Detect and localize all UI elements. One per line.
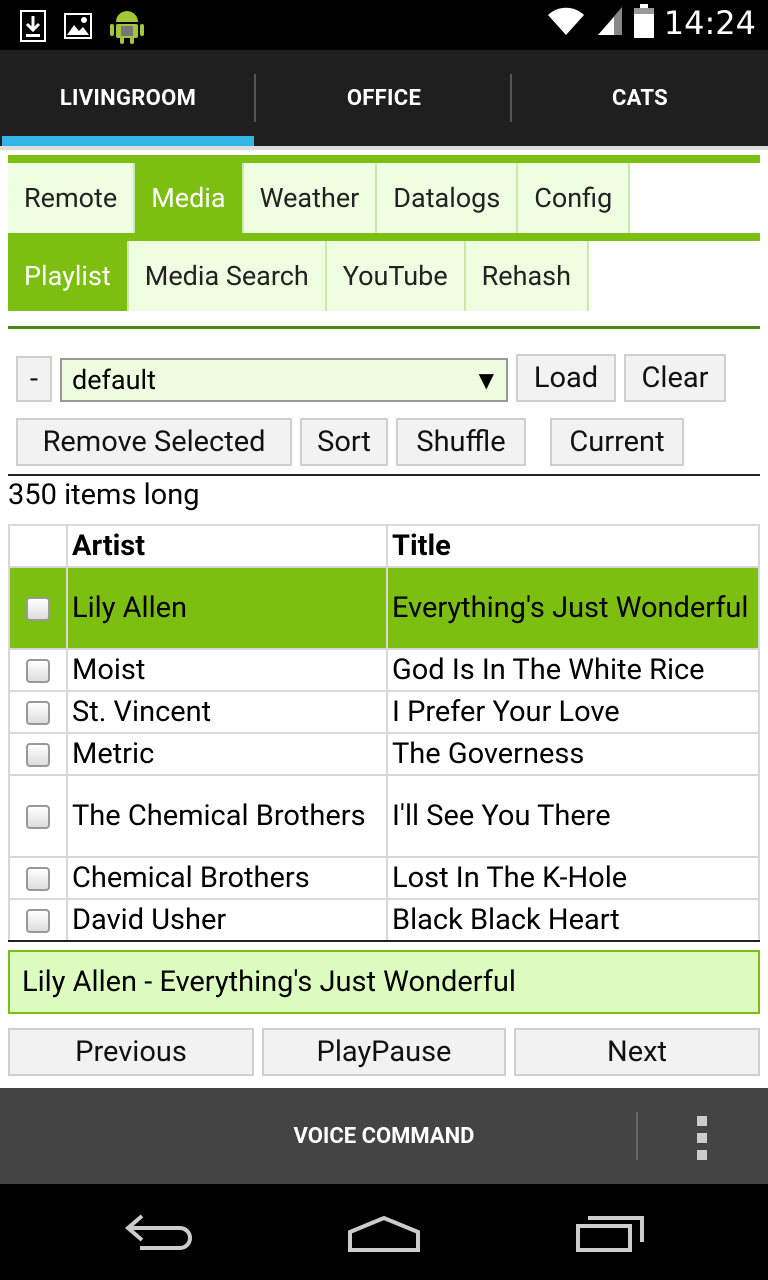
artist-cell: Moist bbox=[66, 648, 388, 692]
table-row[interactable]: Lily Allen Everything's Just Wonderful bbox=[8, 566, 760, 650]
nav-divider bbox=[8, 155, 760, 163]
artist-cell: The Chemical Brothers bbox=[66, 774, 388, 858]
playlist-count: 350 items long bbox=[8, 478, 200, 512]
row-checkbox-cell bbox=[8, 732, 68, 776]
sort-button[interactable]: Sort bbox=[300, 418, 388, 466]
artist-cell: Metric bbox=[66, 732, 388, 776]
overflow-menu-icon[interactable] bbox=[690, 1116, 714, 1160]
tab-cats[interactable]: CATS bbox=[512, 50, 768, 146]
table-row[interactable]: St. Vincent I Prefer Your Love bbox=[8, 690, 760, 734]
artist-cell: St. Vincent bbox=[66, 690, 388, 734]
tab-office[interactable]: OFFICE bbox=[256, 50, 512, 146]
row-checkbox[interactable] bbox=[26, 867, 50, 892]
title-cell: Lost In The K-Hole bbox=[386, 856, 760, 900]
load-button[interactable]: Load bbox=[516, 354, 616, 402]
divider bbox=[8, 940, 760, 942]
image-icon bbox=[64, 13, 92, 43]
system-nav-bar bbox=[0, 1184, 768, 1280]
title-cell: I Prefer Your Love bbox=[386, 690, 760, 734]
nav-weather[interactable]: Weather bbox=[243, 163, 378, 233]
row-checkbox[interactable] bbox=[26, 743, 50, 768]
divider bbox=[8, 474, 760, 476]
playpause-button[interactable]: PlayPause bbox=[262, 1028, 506, 1076]
action-bar-divider bbox=[636, 1112, 638, 1160]
nav-media[interactable]: Media bbox=[135, 163, 244, 233]
recent-apps-icon[interactable] bbox=[574, 1214, 646, 1258]
artist-cell: David Usher bbox=[66, 898, 388, 940]
wifi-icon bbox=[546, 5, 586, 41]
dropdown-arrow-icon: ▼ bbox=[478, 368, 494, 392]
voice-command-button[interactable]: VOICE COMMAND bbox=[0, 1088, 768, 1184]
header-artist: Artist bbox=[66, 524, 388, 568]
row-checkbox-cell bbox=[8, 690, 68, 734]
row-checkbox-cell bbox=[8, 856, 68, 900]
battery-icon bbox=[633, 4, 654, 42]
row-checkbox-cell bbox=[8, 566, 68, 650]
subnav-playlist[interactable]: Playlist bbox=[8, 241, 129, 311]
now-playing: Lily Allen - Everything's Just Wonderful bbox=[8, 950, 760, 1014]
current-button[interactable]: Current bbox=[550, 418, 684, 466]
row-checkbox[interactable] bbox=[26, 659, 50, 684]
row-checkbox-cell bbox=[8, 898, 68, 940]
playlist-table: Artist Title Lily Allen Everything's Jus… bbox=[8, 524, 760, 940]
title-cell: Everything's Just Wonderful bbox=[386, 566, 760, 650]
nav-config[interactable]: Config bbox=[518, 163, 631, 233]
tab-label: CATS bbox=[611, 85, 669, 111]
playlist-select-value: default bbox=[72, 364, 156, 396]
status-bar: 14:24 bbox=[0, 0, 768, 50]
tab-livingroom[interactable]: LIVINGROOM bbox=[0, 50, 256, 146]
remove-selected-button[interactable]: Remove Selected bbox=[16, 418, 292, 466]
playlist-table-viewport[interactable]: Artist Title Lily Allen Everything's Jus… bbox=[0, 524, 768, 940]
playlist-select[interactable]: default ▼ bbox=[60, 358, 508, 402]
nav-remote[interactable]: Remote bbox=[8, 163, 136, 233]
clock: 14:24 bbox=[663, 4, 756, 42]
action-bar: VOICE COMMAND bbox=[0, 1088, 768, 1184]
artist-cell: Lily Allen bbox=[66, 566, 388, 650]
row-checkbox[interactable] bbox=[26, 597, 50, 622]
header-checkbox-cell bbox=[8, 524, 68, 568]
table-row[interactable]: David Usher Black Black Heart bbox=[8, 898, 760, 940]
nav-divider bbox=[8, 233, 760, 241]
row-checkbox[interactable] bbox=[26, 805, 50, 830]
table-row[interactable]: The Chemical Brothers I'll See You There bbox=[8, 774, 760, 858]
sub-nav: Playlist Media Search YouTube Rehash bbox=[8, 241, 589, 311]
row-checkbox-cell bbox=[8, 648, 68, 692]
table-header-row: Artist Title bbox=[8, 524, 760, 568]
title-cell: I'll See You There bbox=[386, 774, 760, 858]
artist-cell: Chemical Brothers bbox=[66, 856, 388, 900]
nav-divider bbox=[8, 326, 760, 329]
android-icon bbox=[110, 8, 144, 48]
table-row[interactable]: Moist God Is In The White Rice bbox=[8, 648, 760, 692]
nav-datalogs[interactable]: Datalogs bbox=[377, 163, 519, 233]
room-tabs: LIVINGROOM OFFICE CATS bbox=[0, 50, 768, 146]
next-button[interactable]: Next bbox=[514, 1028, 760, 1076]
table-row[interactable]: Chemical Brothers Lost In The K-Hole bbox=[8, 856, 760, 900]
tabbar-shadow bbox=[0, 146, 768, 150]
shuffle-button[interactable]: Shuffle bbox=[396, 418, 526, 466]
tab-label: LIVINGROOM bbox=[59, 85, 197, 111]
subnav-youtube[interactable]: YouTube bbox=[326, 241, 466, 311]
clear-button[interactable]: Clear bbox=[624, 354, 726, 402]
title-cell: The Governess bbox=[386, 732, 760, 776]
header-title: Title bbox=[386, 524, 760, 568]
home-icon[interactable] bbox=[346, 1212, 422, 1258]
subnav-rehash[interactable]: Rehash bbox=[465, 241, 589, 311]
back-icon[interactable] bbox=[122, 1212, 194, 1256]
main-nav: Remote Media Weather Datalogs Config bbox=[8, 163, 631, 233]
title-cell: Black Black Heart bbox=[386, 898, 760, 940]
download-icon bbox=[20, 10, 46, 46]
row-checkbox[interactable] bbox=[26, 701, 50, 726]
remove-playlist-button[interactable]: - bbox=[16, 356, 52, 402]
table-row[interactable]: Metric The Governess bbox=[8, 732, 760, 776]
signal-icon bbox=[596, 5, 624, 41]
title-cell: God Is In The White Rice bbox=[386, 648, 760, 692]
row-checkbox-cell bbox=[8, 774, 68, 858]
row-checkbox[interactable] bbox=[26, 909, 50, 934]
subnav-media-search[interactable]: Media Search bbox=[128, 241, 327, 311]
previous-button[interactable]: Previous bbox=[8, 1028, 254, 1076]
tab-label: OFFICE bbox=[346, 85, 422, 111]
